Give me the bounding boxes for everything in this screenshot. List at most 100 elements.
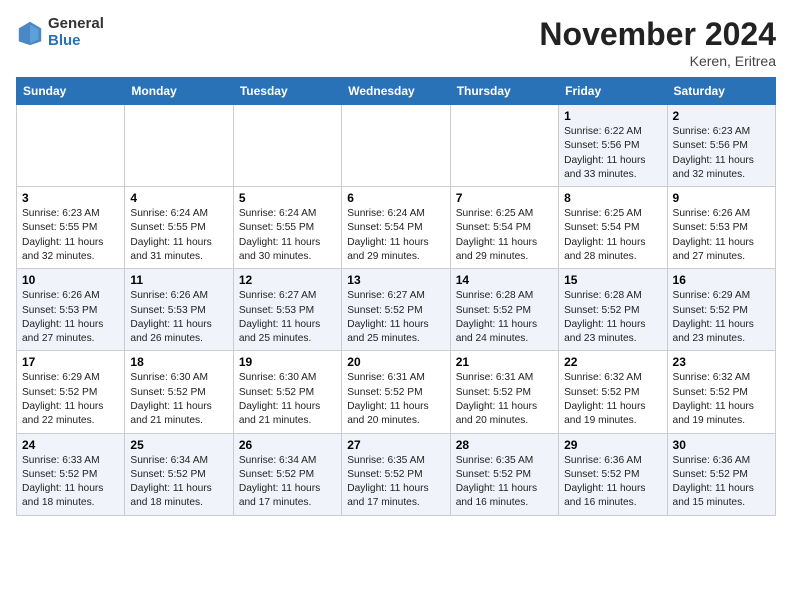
day-detail: Sunrise: 6:25 AMSunset: 5:54 PMDaylight:… xyxy=(564,207,661,264)
day-number: 6 xyxy=(347,191,444,205)
location: Keren, Eritrea xyxy=(539,53,776,69)
logo-text: General Blue xyxy=(48,16,104,49)
week-row-0: 1Sunrise: 6:22 AMSunset: 5:56 PMDaylight… xyxy=(17,105,776,187)
weekday-header-tuesday: Tuesday xyxy=(233,78,341,105)
day-number: 28 xyxy=(456,438,553,452)
day-number: 4 xyxy=(130,191,227,205)
calendar-cell xyxy=(342,105,450,187)
day-number: 26 xyxy=(239,438,336,452)
day-detail: Sunrise: 6:30 AMSunset: 5:52 PMDaylight:… xyxy=(239,371,336,428)
day-detail: Sunrise: 6:27 AMSunset: 5:52 PMDaylight:… xyxy=(347,289,444,346)
calendar-body: 1Sunrise: 6:22 AMSunset: 5:56 PMDaylight… xyxy=(17,105,776,516)
day-detail: Sunrise: 6:24 AMSunset: 5:55 PMDaylight:… xyxy=(239,207,336,264)
day-detail: Sunrise: 6:23 AMSunset: 5:55 PMDaylight:… xyxy=(22,207,119,264)
day-detail: Sunrise: 6:28 AMSunset: 5:52 PMDaylight:… xyxy=(456,289,553,346)
calendar-cell: 16 Sunrise: 6:29 AMSunset: 5:52 PMDayligh… xyxy=(667,269,775,351)
calendar-cell: 18 Sunrise: 6:30 AMSunset: 5:52 PMDayligh… xyxy=(125,351,233,433)
day-detail: Sunrise: 6:24 AMSunset: 5:54 PMDaylight:… xyxy=(347,207,444,264)
page-header: General Blue November 2024 Keren, Eritre… xyxy=(16,16,776,69)
calendar-cell: 30Sunrise: 6:36 AMSunset: 5:52 PMDayligh… xyxy=(667,433,775,515)
calendar-cell: 25 Sunrise: 6:34 AMSunset: 5:52 PMDayligh… xyxy=(125,433,233,515)
calendar-header: SundayMondayTuesdayWednesdayThursdayFrid… xyxy=(17,78,776,105)
weekday-header-saturday: Saturday xyxy=(667,78,775,105)
calendar-cell: 20 Sunrise: 6:31 AMSunset: 5:52 PMDayligh… xyxy=(342,351,450,433)
calendar-cell: 19Sunrise: 6:30 AMSunset: 5:52 PMDayligh… xyxy=(233,351,341,433)
day-number: 13 xyxy=(347,273,444,287)
weekday-header-monday: Monday xyxy=(125,78,233,105)
calendar-cell: 3 Sunrise: 6:23 AMSunset: 5:55 PMDaylight… xyxy=(17,187,125,269)
day-number: 14 xyxy=(456,273,553,287)
month-title: November 2024 xyxy=(539,16,776,53)
day-detail: Sunrise: 6:34 AMSunset: 5:52 PMDaylight:… xyxy=(130,454,227,511)
day-number: 11 xyxy=(130,273,227,287)
day-detail: Sunrise: 6:29 AMSunset: 5:52 PMDaylight:… xyxy=(22,371,119,428)
day-detail: Sunrise: 6:34 AMSunset: 5:52 PMDaylight:… xyxy=(239,454,336,511)
calendar-cell: 23Sunrise: 6:32 AMSunset: 5:52 PMDayligh… xyxy=(667,351,775,433)
week-row-1: 3 Sunrise: 6:23 AMSunset: 5:55 PMDaylight… xyxy=(17,187,776,269)
day-number: 21 xyxy=(456,355,553,369)
logo-blue: Blue xyxy=(48,33,104,50)
day-detail: Sunrise: 6:26 AMSunset: 5:53 PMDaylight:… xyxy=(22,289,119,346)
day-number: 29 xyxy=(564,438,661,452)
day-number: 5 xyxy=(239,191,336,205)
day-detail: Sunrise: 6:30 AMSunset: 5:52 PMDaylight:… xyxy=(130,371,227,428)
day-number: 3 xyxy=(22,191,119,205)
calendar-cell: 10 Sunrise: 6:26 AMSunset: 5:53 PMDayligh… xyxy=(17,269,125,351)
week-row-3: 17 Sunrise: 6:29 AMSunset: 5:52 PMDayligh… xyxy=(17,351,776,433)
calendar-cell: 22 Sunrise: 6:32 AMSunset: 5:52 PMDayligh… xyxy=(559,351,667,433)
day-number: 17 xyxy=(22,355,119,369)
calendar-cell xyxy=(125,105,233,187)
day-number: 2 xyxy=(673,109,770,123)
calendar-cell: 12Sunrise: 6:27 AMSunset: 5:53 PMDayligh… xyxy=(233,269,341,351)
day-number: 16 xyxy=(673,273,770,287)
day-detail: Sunrise: 6:35 AMSunset: 5:52 PMDaylight:… xyxy=(347,454,444,511)
day-number: 18 xyxy=(130,355,227,369)
day-detail: Sunrise: 6:31 AMSunset: 5:52 PMDaylight:… xyxy=(456,371,553,428)
day-detail: Sunrise: 6:26 AMSunset: 5:53 PMDaylight:… xyxy=(673,207,770,264)
calendar-cell xyxy=(233,105,341,187)
day-number: 20 xyxy=(347,355,444,369)
calendar-cell: 28 Sunrise: 6:35 AMSunset: 5:52 PMDayligh… xyxy=(450,433,558,515)
logo-icon xyxy=(16,19,44,47)
calendar-cell: 24Sunrise: 6:33 AMSunset: 5:52 PMDayligh… xyxy=(17,433,125,515)
day-number: 27 xyxy=(347,438,444,452)
calendar-cell xyxy=(450,105,558,187)
day-number: 15 xyxy=(564,273,661,287)
calendar-cell: 13 Sunrise: 6:27 AMSunset: 5:52 PMDayligh… xyxy=(342,269,450,351)
day-detail: Sunrise: 6:35 AMSunset: 5:52 PMDaylight:… xyxy=(456,454,553,511)
weekday-header-friday: Friday xyxy=(559,78,667,105)
day-number: 25 xyxy=(130,438,227,452)
day-number: 7 xyxy=(456,191,553,205)
calendar-cell: 4Sunrise: 6:24 AMSunset: 5:55 PMDaylight… xyxy=(125,187,233,269)
week-row-4: 24Sunrise: 6:33 AMSunset: 5:52 PMDayligh… xyxy=(17,433,776,515)
calendar-cell: 17 Sunrise: 6:29 AMSunset: 5:52 PMDayligh… xyxy=(17,351,125,433)
day-number: 22 xyxy=(564,355,661,369)
calendar-cell: 29Sunrise: 6:36 AMSunset: 5:52 PMDayligh… xyxy=(559,433,667,515)
day-number: 8 xyxy=(564,191,661,205)
day-detail: Sunrise: 6:31 AMSunset: 5:52 PMDaylight:… xyxy=(347,371,444,428)
logo-general: General xyxy=(48,16,104,33)
weekday-row: SundayMondayTuesdayWednesdayThursdayFrid… xyxy=(17,78,776,105)
calendar-cell: 7 Sunrise: 6:25 AMSunset: 5:54 PMDaylight… xyxy=(450,187,558,269)
day-detail: Sunrise: 6:33 AMSunset: 5:52 PMDaylight:… xyxy=(22,454,119,511)
calendar-cell: 9 Sunrise: 6:26 AMSunset: 5:53 PMDaylight… xyxy=(667,187,775,269)
weekday-header-wednesday: Wednesday xyxy=(342,78,450,105)
calendar-cell: 2 Sunrise: 6:23 AMSunset: 5:56 PMDaylight… xyxy=(667,105,775,187)
calendar-cell xyxy=(17,105,125,187)
logo: General Blue xyxy=(16,16,104,49)
day-number: 23 xyxy=(673,355,770,369)
calendar-cell: 1Sunrise: 6:22 AMSunset: 5:56 PMDaylight… xyxy=(559,105,667,187)
calendar-cell: 21 Sunrise: 6:31 AMSunset: 5:52 PMDayligh… xyxy=(450,351,558,433)
day-detail: Sunrise: 6:25 AMSunset: 5:54 PMDaylight:… xyxy=(456,207,553,264)
calendar-cell: 11 Sunrise: 6:26 AMSunset: 5:53 PMDayligh… xyxy=(125,269,233,351)
day-detail: Sunrise: 6:26 AMSunset: 5:53 PMDaylight:… xyxy=(130,289,227,346)
day-detail: Sunrise: 6:29 AMSunset: 5:52 PMDaylight:… xyxy=(673,289,770,346)
calendar-cell: 14 Sunrise: 6:28 AMSunset: 5:52 PMDayligh… xyxy=(450,269,558,351)
day-number: 9 xyxy=(673,191,770,205)
calendar-cell: 6 Sunrise: 6:24 AMSunset: 5:54 PMDaylight… xyxy=(342,187,450,269)
day-detail: Sunrise: 6:32 AMSunset: 5:52 PMDaylight:… xyxy=(564,371,661,428)
calendar-table: SundayMondayTuesdayWednesdayThursdayFrid… xyxy=(16,77,776,516)
day-detail: Sunrise: 6:23 AMSunset: 5:56 PMDaylight:… xyxy=(673,125,770,182)
day-number: 10 xyxy=(22,273,119,287)
calendar-cell: 8 Sunrise: 6:25 AMSunset: 5:54 PMDaylight… xyxy=(559,187,667,269)
